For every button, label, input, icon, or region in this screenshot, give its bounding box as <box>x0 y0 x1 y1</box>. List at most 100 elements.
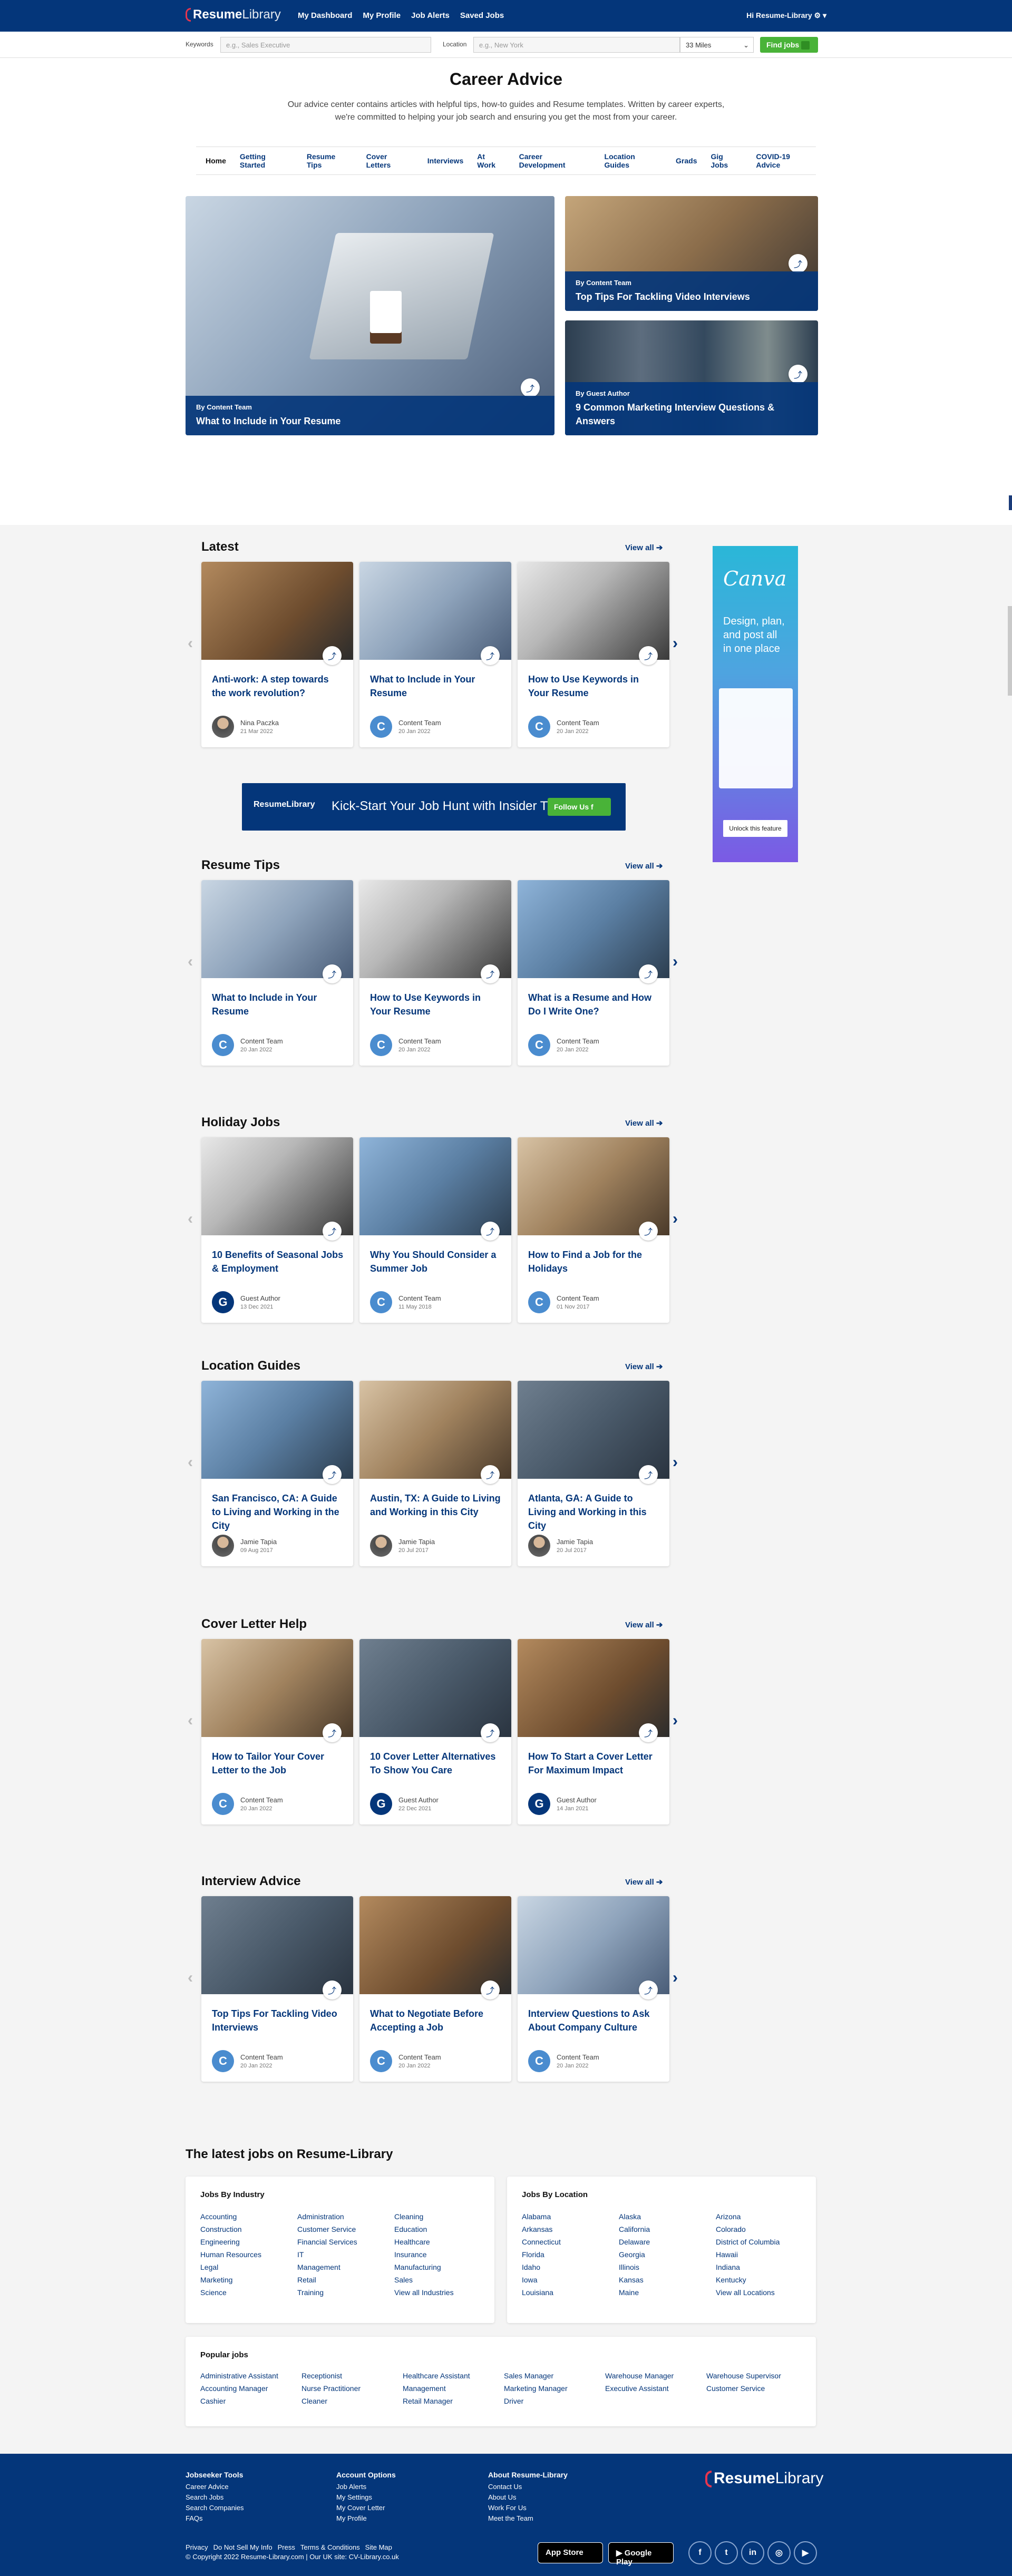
job-link[interactable]: Kansas <box>619 2276 650 2284</box>
site-logo[interactable]: Resume Library <box>186 7 281 22</box>
article-card[interactable]: ⤴ 10 Cover Letter Alternatives To Show Yo… <box>359 1639 511 1824</box>
job-link[interactable]: Arkansas <box>522 2225 561 2233</box>
carousel-prev-icon[interactable]: ‹ <box>188 1210 193 1228</box>
do-not-sell-link[interactable]: Do Not Sell My Info <box>213 2543 273 2551</box>
job-link[interactable]: Administrative Assistant <box>200 2372 278 2380</box>
instagram-icon[interactable]: ◎ <box>767 2541 791 2564</box>
find-jobs-button[interactable]: Find jobs <box>760 37 818 53</box>
location-input[interactable]: e.g., New York <box>473 37 680 53</box>
press-link[interactable]: Press <box>278 2543 295 2551</box>
job-link[interactable]: Alabama <box>522 2212 561 2221</box>
job-link[interactable]: Cleaning <box>394 2212 454 2221</box>
article-card[interactable]: ⤴ What to Include in Your Resume C Content … <box>359 562 511 747</box>
nav-my-profile[interactable]: My Profile <box>363 11 401 20</box>
footer-link[interactable]: Contact Us <box>488 2483 568 2491</box>
job-link[interactable]: Illinois <box>619 2263 650 2271</box>
job-link[interactable]: Nurse Practitioner <box>301 2384 361 2393</box>
share-icon[interactable]: ⤴ <box>639 1980 658 1999</box>
footer-link[interactable]: FAQs <box>186 2514 244 2522</box>
tab-cover-letters[interactable]: Cover Letters <box>366 152 414 169</box>
article-title[interactable]: How to Use Keywords in Your Resume <box>528 672 660 700</box>
keywords-input[interactable]: e.g., Sales Executive <box>220 37 431 53</box>
scrollbar-marker[interactable] <box>1009 495 1012 510</box>
article-title[interactable]: 10 Benefits of Seasonal Jobs & Employmen… <box>212 1248 344 1275</box>
carousel-prev-icon[interactable]: ‹ <box>188 1969 193 1987</box>
job-link[interactable]: Executive Assistant <box>605 2384 674 2393</box>
job-link[interactable]: Kentucky <box>716 2276 780 2284</box>
footer-link[interactable]: Search Companies <box>186 2504 244 2512</box>
follow-us-button[interactable]: Follow Us f <box>548 798 611 816</box>
tab-resume-tips[interactable]: Resume Tips <box>307 152 353 169</box>
job-link[interactable]: Retail Manager <box>403 2397 470 2405</box>
job-link[interactable]: Training <box>297 2288 357 2297</box>
article-title[interactable]: Top Tips For Tackling Video Interviews <box>212 2007 344 2034</box>
article-card[interactable]: ⤴ Anti-work: A step towards the work revo… <box>201 562 353 747</box>
tab-location-guides[interactable]: Location Guides <box>605 152 663 169</box>
carousel-prev-icon[interactable]: ‹ <box>188 953 193 971</box>
job-link[interactable]: District of Columbia <box>716 2238 780 2246</box>
follow-us-banner[interactable]: ResumeLibrary Kick-Start Your Job Hunt w… <box>242 783 626 831</box>
scrollbar-thumb[interactable] <box>1008 606 1012 696</box>
carousel-next-icon[interactable]: › <box>673 1969 678 1987</box>
tab-home[interactable]: Home <box>206 157 226 165</box>
job-link[interactable]: Engineering <box>200 2238 261 2246</box>
article-card[interactable]: ⤴ How To Start a Cover Letter For Maximum… <box>518 1639 669 1824</box>
tab-at-work[interactable]: At Work <box>477 152 505 169</box>
featured-title[interactable]: 9 Common Marketing Interview Questions &… <box>576 401 807 428</box>
featured-title[interactable]: Top Tips For Tackling Video Interviews <box>576 290 807 304</box>
article-card[interactable]: ⤴ How to Tailor Your Cover Letter to the … <box>201 1639 353 1824</box>
article-title[interactable]: How to Tailor Your Cover Letter to the J… <box>212 1750 344 1777</box>
privacy-link[interactable]: Privacy <box>186 2543 208 2551</box>
article-title[interactable]: Austin, TX: A Guide to Living and Workin… <box>370 1491 502 1519</box>
job-link[interactable]: Idaho <box>522 2263 561 2271</box>
carousel-prev-icon[interactable]: ‹ <box>188 1712 193 1730</box>
job-link[interactable]: Customer Service <box>297 2225 357 2233</box>
linkedin-icon[interactable]: in <box>741 2541 764 2564</box>
share-icon[interactable]: ⤴ <box>639 1222 658 1241</box>
job-link[interactable]: Construction <box>200 2225 261 2233</box>
footer-link[interactable]: My Profile <box>336 2514 396 2522</box>
article-title[interactable]: What to Include in Your Resume <box>370 672 502 700</box>
nav-job-alerts[interactable]: Job Alerts <box>411 11 450 20</box>
article-card[interactable]: ⤴ How to Use Keywords in Your Resume C Cont… <box>518 562 669 747</box>
article-card[interactable]: ⤴ Austin, TX: A Guide to Living and Worki… <box>359 1381 511 1566</box>
share-icon[interactable]: ⤴ <box>639 964 658 983</box>
job-link[interactable]: Cashier <box>200 2397 278 2405</box>
view-all-link[interactable]: View all ➔ <box>625 1118 663 1128</box>
tab-career-development[interactable]: Career Development <box>519 152 591 169</box>
share-icon[interactable]: ⤴ <box>323 1980 342 1999</box>
article-title[interactable]: How To Start a Cover Letter For Maximum … <box>528 1750 660 1777</box>
job-link[interactable]: Indiana <box>716 2263 780 2271</box>
job-link[interactable]: Accounting Manager <box>200 2384 278 2393</box>
view-all-link[interactable]: View all ➔ <box>625 1877 663 1887</box>
article-card[interactable]: ⤴ What to Negotiate Before Accepting a Jo… <box>359 1896 511 2082</box>
footer-logo[interactable]: ResumeLibrary <box>705 2470 823 2488</box>
article-title[interactable]: What to Include in Your Resume <box>212 991 344 1018</box>
share-icon[interactable]: ⤴ <box>789 254 807 273</box>
job-link[interactable]: Cleaner <box>301 2397 361 2405</box>
article-title[interactable]: Why You Should Consider a Summer Job <box>370 1248 502 1275</box>
job-link[interactable]: Sales <box>394 2276 454 2284</box>
facebook-icon[interactable]: f <box>688 2541 712 2564</box>
view-all-link[interactable]: View all ➔ <box>625 1362 663 1371</box>
job-link[interactable]: Connecticut <box>522 2238 561 2246</box>
carousel-prev-icon[interactable]: ‹ <box>188 1453 193 1471</box>
article-card[interactable]: ⤴ What to Include in Your Resume C Content … <box>201 880 353 1066</box>
job-link[interactable]: Iowa <box>522 2276 561 2284</box>
article-title[interactable]: What is a Resume and How Do I Write One? <box>528 991 660 1018</box>
share-icon[interactable]: ⤴ <box>323 964 342 983</box>
job-link[interactable]: Colorado <box>716 2225 780 2233</box>
terms-link[interactable]: Terms & Conditions <box>300 2543 360 2551</box>
job-link[interactable]: Marketing <box>200 2276 261 2284</box>
featured-article-3[interactable]: ⤴ By Guest Author 9 Common Marketing Int… <box>565 320 818 435</box>
tab-getting-started[interactable]: Getting Started <box>240 152 293 169</box>
article-title[interactable]: San Francisco, CA: A Guide to Living and… <box>212 1491 344 1533</box>
article-title[interactable]: How to Use Keywords in Your Resume <box>370 991 502 1018</box>
job-link[interactable]: Georgia <box>619 2250 650 2259</box>
share-icon[interactable]: ⤴ <box>789 365 807 384</box>
article-card[interactable]: ⤴ How to Find a Job for the Holidays C Cont… <box>518 1137 669 1323</box>
ad-button[interactable]: Unlock this feature <box>723 820 787 837</box>
nav-my-dashboard[interactable]: My Dashboard <box>298 11 352 20</box>
job-link[interactable]: IT <box>297 2250 357 2259</box>
share-icon[interactable]: ⤴ <box>481 646 500 665</box>
